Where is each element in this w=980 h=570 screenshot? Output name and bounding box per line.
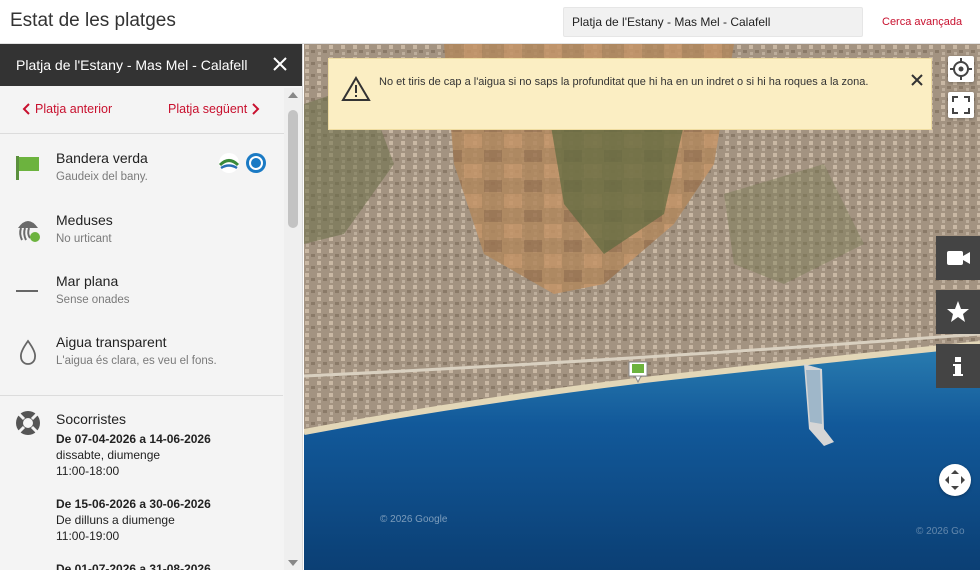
satellite-map[interactable]: No et tiris de cap a l'aigua si no saps …	[304, 44, 980, 570]
water-condition: Aigua transparent L'aigua és clara, es v…	[0, 334, 283, 378]
lifebuoy-icon	[16, 411, 40, 435]
scroll-up-arrow[interactable]	[288, 92, 298, 98]
fullscreen-icon	[952, 96, 970, 114]
webcam-button[interactable]	[936, 236, 980, 280]
warning-banner: No et tiris de cap a l'aigua si no saps …	[328, 58, 932, 130]
flat-sea-icon	[16, 290, 38, 292]
search-input[interactable]: Platja de l'Estany - Mas Mel - Calafell	[563, 7, 863, 37]
beach-navigation: Platja anterior Platja següent	[0, 86, 302, 134]
condition-subtitle: L'aigua és clara, es veu el fons.	[56, 355, 217, 367]
crosshair-icon	[950, 58, 972, 80]
pan-control[interactable]	[939, 464, 971, 496]
green-flag-icon	[16, 156, 39, 180]
beach-sidebar: Platja de l'Estany - Mas Mel - Calafell …	[0, 44, 303, 570]
favorite-button[interactable]	[936, 290, 980, 334]
chevron-right-icon	[252, 103, 260, 115]
close-icon[interactable]	[270, 54, 290, 74]
close-icon[interactable]	[909, 72, 925, 88]
warning-message: No et tiris de cap a l'aigua si no saps …	[379, 76, 869, 88]
fullscreen-button[interactable]	[948, 92, 974, 118]
video-camera-icon	[947, 251, 970, 265]
blue-flag-icon	[246, 153, 266, 173]
eco-quality-icon	[218, 153, 240, 173]
map-attribution-right: © 2026 Go	[916, 526, 965, 537]
condition-subtitle: Sense onades	[56, 294, 130, 306]
warning-icon	[341, 76, 371, 101]
condition-title: Bandera verda	[56, 150, 148, 166]
beach-marker-flag-icon[interactable]	[627, 360, 649, 384]
condition-title: Mar plana	[56, 273, 119, 289]
lifeguard-period-hours: 11:00-18:00	[56, 464, 120, 478]
sidebar-scrollbar[interactable]	[284, 88, 302, 570]
lifeguard-period-days: dissabte, diumenge	[56, 448, 161, 462]
condition-subtitle: Gaudeix del bany.	[56, 171, 148, 183]
lifeguard-period-range: De 07-04-2026 a 14-06-2026	[56, 432, 211, 446]
chevron-left-icon	[22, 103, 30, 115]
previous-beach-label: Platja anterior	[35, 102, 113, 116]
sea-condition: Mar plana Sense onades	[0, 273, 283, 317]
lifeguards-title: Socorristes	[56, 411, 127, 427]
top-header: Estat de les platges Platja de l'Estany …	[0, 0, 980, 44]
advanced-search-link[interactable]: Cerca avançada	[882, 16, 962, 28]
app-title: Estat de les platges	[10, 10, 176, 31]
jellyfish-condition: Meduses No urticant	[0, 212, 283, 256]
next-beach-button[interactable]: Platja següent	[168, 102, 260, 116]
lifeguard-period-days: De dilluns a diumenge	[56, 513, 175, 527]
lifeguard-period-range: De 15-06-2026 a 30-06-2026	[56, 497, 211, 511]
condition-title: Meduses	[56, 212, 113, 228]
previous-beach-button[interactable]: Platja anterior	[22, 102, 112, 116]
star-icon	[947, 301, 969, 322]
divider	[0, 395, 283, 396]
beach-name: Platja de l'Estany - Mas Mel - Calafell	[16, 57, 248, 73]
flag-condition: Bandera verda Gaudeix del bany.	[0, 150, 283, 194]
lifeguard-period-range: De 01-07-2026 a 31-08-2026	[56, 562, 211, 570]
condition-subtitle: No urticant	[56, 233, 112, 245]
beach-header: Platja de l'Estany - Mas Mel - Calafell	[0, 44, 302, 86]
info-button[interactable]	[936, 344, 980, 388]
jellyfish-icon	[18, 221, 40, 242]
move-arrows-icon	[945, 470, 965, 490]
condition-title: Aigua transparent	[56, 334, 167, 350]
map-attribution: © 2026 Google	[380, 514, 448, 525]
lifeguard-period-hours: 11:00-19:00	[56, 529, 120, 543]
info-icon	[953, 357, 963, 376]
scroll-thumb[interactable]	[288, 110, 298, 228]
water-drop-icon	[19, 339, 37, 365]
locate-button[interactable]	[948, 56, 974, 82]
next-beach-label: Platja següent	[168, 102, 248, 116]
scroll-down-arrow[interactable]	[288, 560, 298, 566]
